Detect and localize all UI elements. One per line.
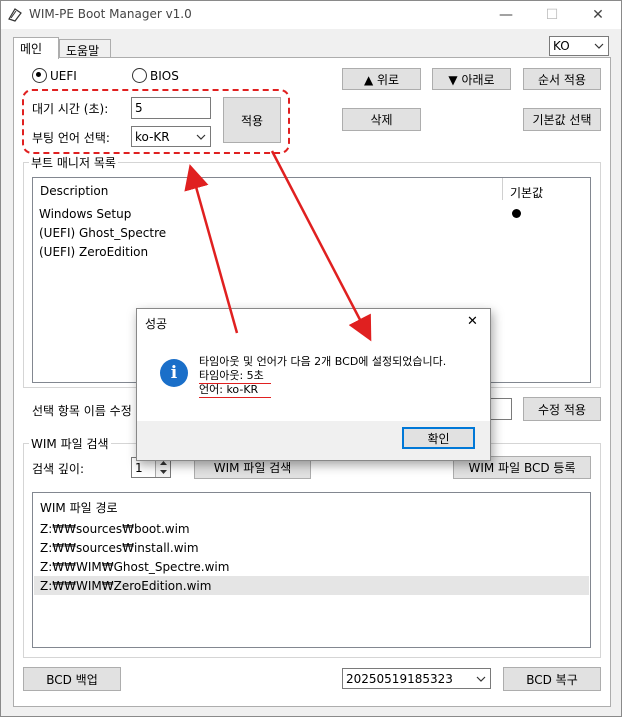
annotation-arrow <box>270 150 372 342</box>
tab-main[interactable]: 메인 <box>13 37 59 59</box>
annotation-arrows <box>184 150 372 342</box>
main-window: WIM-PE Boot Manager v1.0 — ☐ ✕ 메인 도움말 KO… <box>0 0 622 717</box>
annotation-arrow <box>184 164 239 334</box>
